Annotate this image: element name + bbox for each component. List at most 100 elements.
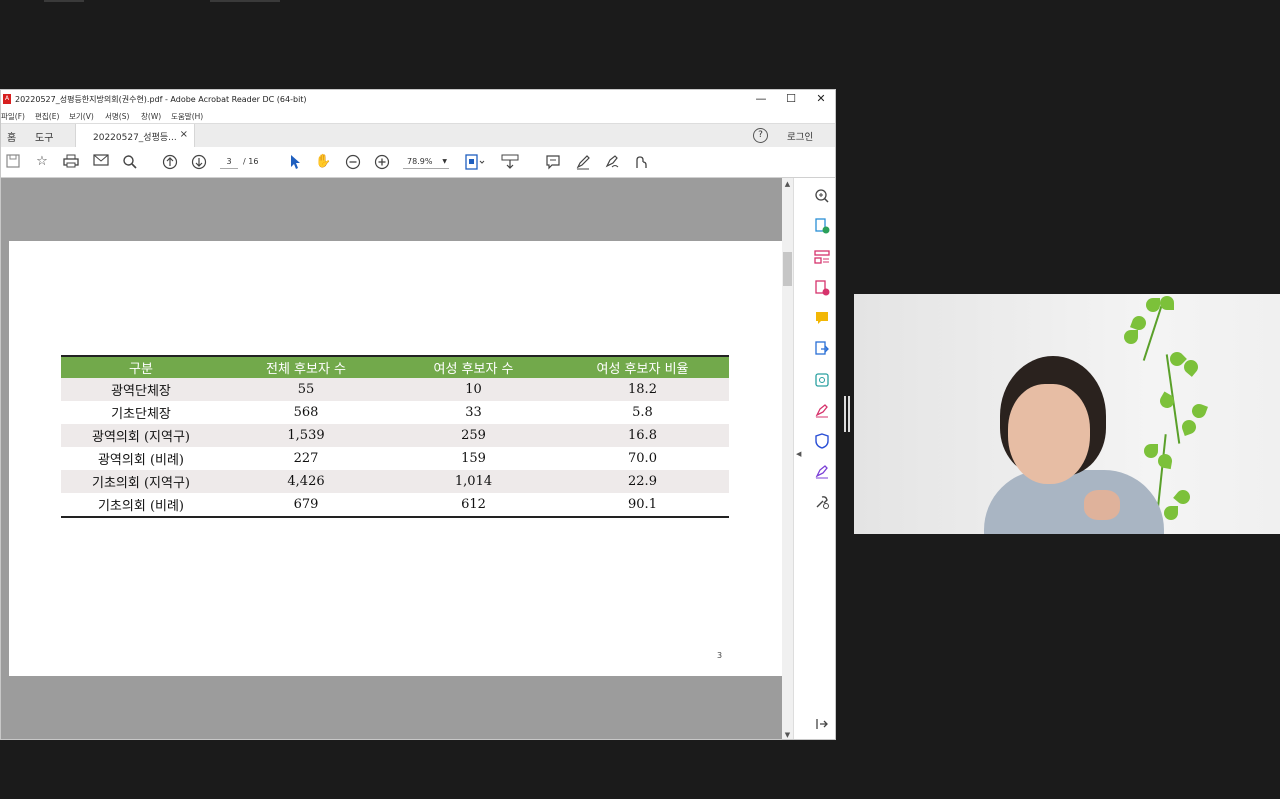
menu-help[interactable]: 도움말(H) (171, 111, 203, 122)
panel-divider[interactable] (848, 396, 850, 432)
collapse-pane-icon[interactable]: ◀ (796, 450, 801, 458)
table-cell: 227 (293, 451, 319, 466)
select-cursor-icon[interactable] (287, 154, 303, 170)
tab-bar: 홈 도구 20220527_성평등... × ? 로그인 (1, 123, 835, 149)
acrobat-window: A 20220527_성평등한지방의회(권수현).pdf - Adobe Acr… (0, 89, 836, 740)
fill-sign-icon[interactable] (633, 154, 649, 170)
draw-sign-icon[interactable] (604, 154, 620, 170)
table-row: 광역의회 (지역구) 1,539 259 16.8 (61, 424, 729, 447)
tab-document[interactable]: 20220527_성평등... × (75, 124, 195, 148)
more-tools-icon[interactable] (814, 494, 830, 510)
menu-bar: 파일(F) 편집(E) 보기(V) 서명(S) 창(W) 도움말(H) (1, 109, 835, 123)
zoom-in-icon[interactable] (374, 154, 390, 170)
clover-leaf (1146, 298, 1160, 312)
table-cell: 광역의회 (지역구) (61, 424, 221, 447)
table-cell: 4,426 (221, 470, 391, 493)
scrollbar-thumb[interactable] (783, 252, 792, 286)
clover-leaf (1144, 444, 1158, 458)
table-row: 기초의회 (비례) 679 612 90.1 (61, 493, 729, 518)
tab-home[interactable]: 홈 (7, 129, 16, 144)
table-cell: 70.0 (628, 451, 657, 466)
bookmark-star-icon[interactable]: ☆ (34, 154, 50, 170)
export-pdf-icon[interactable] (814, 218, 830, 234)
table-cell: 광역의회 (비례) (97, 453, 185, 468)
print-icon[interactable] (63, 154, 79, 170)
close-window-button[interactable]: ✕ (807, 91, 835, 107)
tab-close-icon[interactable]: × (180, 129, 188, 140)
column-header: 전체 후보자 수 (221, 355, 391, 378)
tab-tools[interactable]: 도구 (35, 129, 53, 144)
window-title: 20220527_성평등한지방의회(권수현).pdf - Adobe Acrob… (15, 95, 307, 104)
page-total: / 16 (243, 157, 259, 166)
maximize-button[interactable]: ☐ (777, 91, 805, 107)
menu-sign[interactable]: 서명(S) (105, 111, 129, 122)
request-signature-icon[interactable] (814, 464, 830, 480)
column-header: 여성 후보자 비율 (556, 355, 729, 378)
scroll-mode-icon[interactable] (501, 154, 519, 170)
table-cell: 159 (461, 451, 486, 466)
next-page-icon[interactable] (191, 154, 207, 170)
menu-file[interactable]: 파일(F) (1, 111, 25, 122)
table-cell: 1,539 (221, 424, 391, 447)
fill-sign-pane-icon[interactable] (814, 403, 830, 419)
panel-divider[interactable] (844, 396, 846, 432)
page-number-input[interactable]: 3 (220, 155, 238, 169)
menu-view[interactable]: 보기(V) (69, 111, 94, 122)
organize-pages-icon[interactable] (814, 249, 830, 265)
pdf-page: 구분 전체 후보자 수 여성 후보자 수 여성 후보자 비율 광역단체장 55 … (9, 241, 782, 676)
fit-page-icon[interactable] (465, 154, 485, 170)
table-cell: 1,014 (391, 470, 556, 493)
table-cell: 679 (221, 493, 391, 518)
toolbar: ☆ 3 / 16 ✋ 78.9% ▼ (1, 147, 835, 178)
save-icon[interactable] (5, 154, 21, 170)
scroll-down-icon[interactable]: ▼ (783, 731, 792, 739)
menu-edit[interactable]: 편집(E) (35, 111, 59, 122)
vertical-scrollbar[interactable]: ▲ ▼ (782, 178, 793, 739)
zoom-value: 78.9% (407, 157, 433, 166)
minimize-button[interactable]: — (747, 91, 775, 107)
table-row: 광역의회 (비례) 227 159 70.0 (61, 447, 729, 470)
table-row: 광역단체장 55 10 18.2 (61, 378, 729, 401)
zoom-out-icon[interactable] (345, 154, 361, 170)
table-cell: 33 (465, 405, 482, 420)
email-icon[interactable] (93, 154, 109, 170)
table-cell: 기초단체장 (111, 407, 171, 422)
tab-document-label: 20220527_성평등... (93, 133, 177, 143)
protect-shield-icon[interactable] (814, 433, 830, 449)
table-cell: 18.2 (556, 378, 729, 401)
scan-ocr-icon[interactable] (814, 372, 830, 388)
zoom-select[interactable]: 78.9% ▼ (403, 155, 449, 169)
document-area[interactable]: 구분 전체 후보자 수 여성 후보자 수 여성 후보자 비율 광역단체장 55 … (1, 178, 782, 739)
person-face (1008, 384, 1090, 484)
search-icon[interactable] (122, 154, 138, 170)
login-button[interactable]: 로그인 (787, 129, 813, 143)
hand-tool-icon[interactable]: ✋ (315, 154, 331, 170)
page-number-footer: 3 (717, 651, 723, 660)
enhance-scan-icon[interactable] (814, 188, 830, 204)
top-mark (210, 0, 280, 2)
table-cell: 259 (391, 424, 556, 447)
person-hand (1084, 490, 1120, 520)
highlight-pen-icon[interactable] (575, 154, 591, 170)
previous-page-icon[interactable] (162, 154, 178, 170)
table-cell: 기초의회 (지역구) (61, 470, 221, 493)
table-cell: 612 (391, 493, 556, 518)
table-cell: 568 (293, 405, 319, 420)
table-row: 기초의회 (지역구) 4,426 1,014 22.9 (61, 470, 729, 493)
table-cell: 55 (221, 378, 391, 401)
help-icon[interactable]: ? (753, 128, 768, 143)
table-cell: 10 (391, 378, 556, 401)
expand-pane-icon[interactable] (814, 716, 830, 732)
clover-leaf (1160, 296, 1174, 310)
table-cell: 광역단체장 (61, 378, 221, 401)
table-cell: 22.9 (556, 470, 729, 493)
table-cell: 기초의회 (비례) (61, 493, 221, 518)
comment-pane-icon[interactable] (814, 310, 830, 326)
edit-pdf-icon[interactable] (814, 280, 830, 296)
combine-files-icon[interactable] (814, 341, 830, 357)
menu-window[interactable]: 창(W) (141, 111, 161, 122)
comment-icon[interactable] (545, 154, 561, 170)
scroll-up-icon[interactable]: ▲ (783, 180, 792, 188)
top-strip (0, 0, 1280, 90)
top-mark (44, 0, 84, 2)
